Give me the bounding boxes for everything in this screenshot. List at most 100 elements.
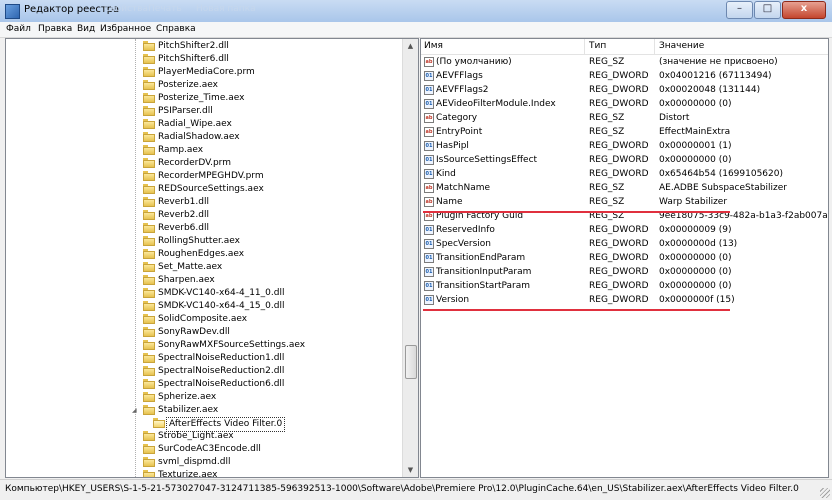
column-name-header[interactable]: Имя (424, 41, 443, 51)
folder-icon (143, 392, 155, 402)
tree-item[interactable]: RollingShutter.aex (6, 235, 402, 248)
scroll-down-icon[interactable]: ▼ (403, 463, 418, 477)
value-row[interactable]: 01 HasPipl REG_DWORD 0x00000001 (1) (421, 139, 828, 153)
scroll-up-icon[interactable]: ▲ (403, 39, 418, 53)
column-divider[interactable] (584, 39, 585, 54)
menu-file[interactable]: Файл (6, 24, 31, 34)
folder-icon (143, 444, 155, 454)
tree-item[interactable]: PitchShifter2.dll (6, 40, 402, 53)
string-value-icon: ab (424, 197, 434, 207)
value-type: REG_SZ (589, 197, 625, 207)
tree-item[interactable]: SonyRawDev.dll (6, 326, 402, 339)
resize-grip-icon[interactable] (820, 488, 830, 498)
folder-icon (143, 262, 155, 272)
value-row[interactable]: 01 TransitionStartParam REG_DWORD 0x0000000… (421, 279, 828, 293)
tree-item[interactable]: SpectralNoiseReduction2.dll (6, 365, 402, 378)
tree-scrollbar[interactable]: ▲ ▼ (402, 39, 418, 477)
value-data: 0x00000000 (0) (659, 99, 732, 109)
value-row[interactable]: 01 SpecVersion REG_DWORD 0x0000000d (13) (421, 237, 828, 251)
value-row[interactable]: 01 Kind REG_DWORD 0x65464b54 (1699105620) (421, 167, 828, 181)
value-row[interactable]: ab EntryPoint REG_SZ EffectMainExtra (421, 125, 828, 139)
value-type: REG_DWORD (589, 169, 649, 179)
registry-tree[interactable]: PitchShifter2.dll PitchShifter6.dll Play… (5, 38, 419, 478)
tree-item[interactable]: SolidComposite.aex (6, 313, 402, 326)
value-name: Name (436, 197, 463, 207)
folder-icon (143, 236, 155, 246)
tree-item-label: RoughenEdges.aex (158, 249, 245, 259)
minimize-icon: – (737, 3, 742, 14)
collapse-arrow-icon[interactable]: ◢ (132, 407, 137, 414)
menu-help[interactable]: Справка (156, 24, 196, 34)
value-name: AEVFFlags (436, 71, 483, 81)
tree-item[interactable]: PSIParser.dll (6, 105, 402, 118)
tree-item[interactable]: SpectralNoiseReduction1.dll (6, 352, 402, 365)
binary-value-icon: 01 (424, 253, 434, 263)
scroll-thumb[interactable] (405, 345, 417, 379)
tree-item-selected[interactable]: AfterEffects Video Filter.0 (6, 417, 402, 432)
binary-value-icon: 01 (424, 71, 434, 81)
tree-item[interactable]: Reverb2.dll (6, 209, 402, 222)
tree-item[interactable]: Texturize.aex (6, 469, 402, 477)
tree-item[interactable]: Sharpen.aex (6, 274, 402, 287)
tree-item[interactable]: Posterize.aex (6, 79, 402, 92)
tree-item-expanded[interactable]: ◢ Stabilizer.aex (6, 404, 402, 417)
menu-favorites[interactable]: Избранное (100, 24, 151, 34)
value-row[interactable]: 01 TransitionEndParam REG_DWORD 0x00000000 … (421, 251, 828, 265)
tree-item[interactable]: PitchShifter6.dll (6, 53, 402, 66)
value-row[interactable]: ab (По умолчанию) REG_SZ (значение не присв… (421, 55, 828, 69)
value-row[interactable]: 01 AEVFFlags2 REG_DWORD 0x00020048 (131144) (421, 83, 828, 97)
tree-item[interactable]: svml_dispmd.dll (6, 456, 402, 469)
tree-item[interactable]: Strobe_Light.aex (6, 430, 402, 443)
value-row[interactable]: ab Name REG_SZ Warp Stabilizer (421, 195, 828, 209)
tree-item[interactable]: RadialShadow.aex (6, 131, 402, 144)
tree-item[interactable]: PlayerMediaCore.prm (6, 66, 402, 79)
tree-item[interactable]: SpectralNoiseReduction6.dll (6, 378, 402, 391)
folder-icon (153, 418, 165, 428)
tree-item-label: Ramp.aex (158, 145, 204, 155)
tree-item[interactable]: RoughenEdges.aex (6, 248, 402, 261)
menu-edit[interactable]: Правка (38, 24, 72, 34)
tree-item[interactable]: SMDK-VC140-x64-4_11_0.dll (6, 287, 402, 300)
tree-item[interactable]: Spherize.aex (6, 391, 402, 404)
column-type-header[interactable]: Тип (589, 41, 606, 51)
close-button[interactable]: x (782, 1, 826, 19)
value-row[interactable]: 01 IsSourceSettingsEffect REG_DWORD 0x00000… (421, 153, 828, 167)
tree-item-label: RecorderMPEGHDV.prm (158, 171, 264, 181)
ghost-label: Свойства (104, 4, 148, 14)
value-row[interactable]: 01 TransitionInputParam REG_DWORD 0x0000000… (421, 265, 828, 279)
value-row[interactable]: 01 AEVFFlags REG_DWORD 0x04001216 (67113494… (421, 69, 828, 83)
tree-item[interactable]: Set_Matte.aex (6, 261, 402, 274)
tree-item[interactable]: RecorderMPEGHDV.prm (6, 170, 402, 183)
maximize-button[interactable]: □ (754, 1, 781, 19)
value-name: Kind (436, 169, 456, 179)
tree-item[interactable]: Reverb6.dll (6, 222, 402, 235)
tree-item[interactable]: RecorderDV.prm (6, 157, 402, 170)
tree-item[interactable]: SMDK-VC140-x64-4_15_0.dll (6, 300, 402, 313)
values-list[interactable]: Имя Тип Значение ab (По умолчанию) REG_SZ(… (420, 38, 829, 478)
tree-item[interactable]: Radial_Wipe.aex (6, 118, 402, 131)
menu-view[interactable]: Вид (77, 24, 95, 34)
column-value-header[interactable]: Значение (659, 41, 704, 51)
folder-icon (143, 132, 155, 142)
tree-item-label: Sharpen.aex (158, 275, 215, 285)
value-name: AEVideoFilterModule.Index (436, 99, 556, 109)
value-row[interactable]: 01 Version REG_DWORD 0x0000000f (15) (421, 293, 828, 307)
folder-icon (143, 184, 155, 194)
value-data: Warp Stabilizer (659, 197, 728, 207)
value-row[interactable]: ab Category REG_SZ Distort (421, 111, 828, 125)
minimize-button[interactable]: – (726, 1, 753, 19)
tree-item[interactable]: SonyRawMXFSourceSettings.aex (6, 339, 402, 352)
value-row[interactable]: ab MatchName REG_SZ AE.ADBE SubspaceStabili… (421, 181, 828, 195)
value-row[interactable]: 01 AEVideoFilterModule.Index REG_DWORD 0x00… (421, 97, 828, 111)
value-type: REG_DWORD (589, 225, 649, 235)
tree-item[interactable]: REDSourceSettings.aex (6, 183, 402, 196)
value-row[interactable]: 01 ReservedInfo REG_DWORD 0x00000009 (9) (421, 223, 828, 237)
list-header: Имя Тип Значение (421, 39, 828, 55)
tree-item[interactable]: Reverb1.dll (6, 196, 402, 209)
tree-item[interactable]: Posterize_Time.aex (6, 92, 402, 105)
title-bar: Редактор реестра Свойства Печать Новая п… (0, 0, 832, 23)
tree-item[interactable]: SurCodeAC3Encode.dll (6, 443, 402, 456)
tree-item[interactable]: Ramp.aex (6, 144, 402, 157)
column-divider[interactable] (654, 39, 655, 54)
value-data: 0x00000000 (0) (659, 253, 732, 263)
